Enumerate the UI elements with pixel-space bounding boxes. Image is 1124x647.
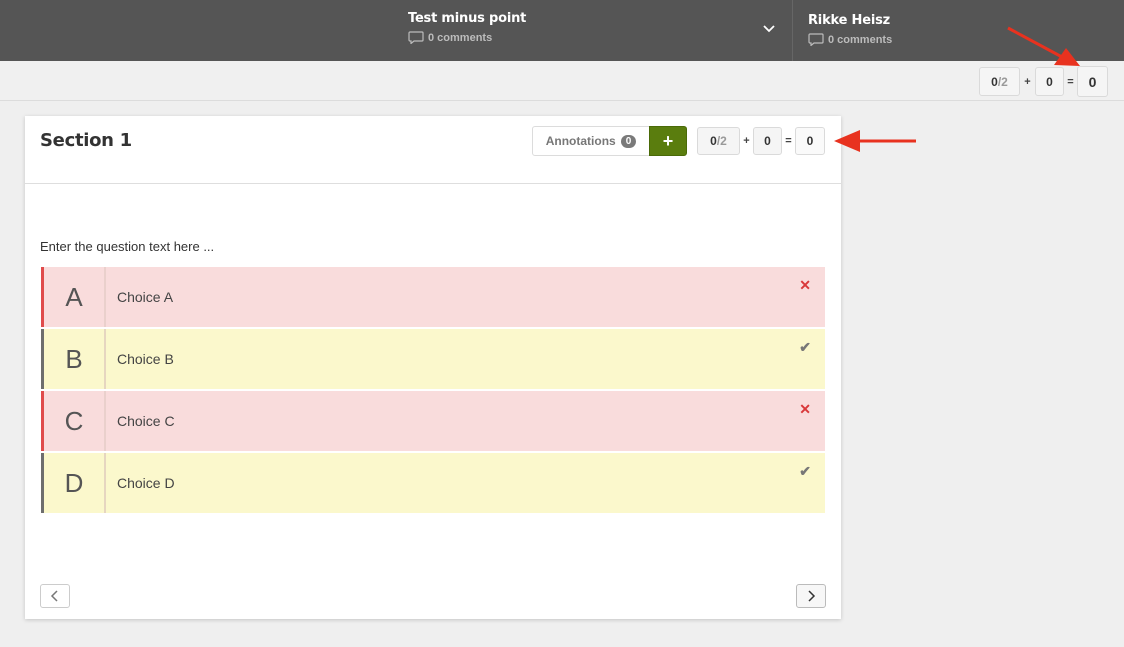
student-comments[interactable]: 0 comments (808, 33, 892, 46)
comment-icon (808, 33, 824, 46)
choice-letter: D (44, 453, 106, 513)
section-sum: 0 (806, 134, 814, 148)
choice-a[interactable]: A Choice A ✕ (41, 267, 825, 327)
chevron-left-icon (50, 590, 58, 602)
topbar-assignment[interactable]: Test minus point 0 comments (408, 11, 526, 44)
chevron-right-icon (808, 590, 816, 602)
total-bonus-box: 0 (1035, 67, 1064, 96)
choice-letter: B (44, 329, 106, 389)
annotations-count-badge: 0 (620, 134, 637, 148)
equals-sign: = (785, 135, 792, 147)
red-arrow-icon (834, 130, 916, 152)
choice-letter: C (44, 391, 106, 451)
assignment-title: Test minus point (408, 11, 527, 26)
annotations-label: Annotations (545, 134, 616, 148)
section-score: 0/2 + 0 = 0 (697, 127, 825, 155)
section-title: Section 1 (40, 130, 132, 151)
comment-icon (408, 31, 424, 44)
total-sum: 0 (1088, 73, 1097, 90)
section-bonus-box[interactable]: 0 (753, 127, 782, 155)
topbar-student[interactable]: Rikke Heisz 0 comments (808, 13, 892, 46)
student-comments-label: 0 comments (828, 33, 893, 46)
choice-letter: A (44, 267, 106, 327)
next-button[interactable] (796, 584, 826, 608)
choice-list: A Choice A ✕ B Choice B ✔ C Choice C ✕ D… (41, 267, 825, 515)
plus-sign: + (743, 135, 750, 147)
checkmark-icon: ✔ (799, 463, 811, 479)
topbar-divider (792, 0, 793, 61)
top-bar: Test minus point 0 comments Rikke Heisz … (0, 0, 1124, 61)
choice-label: Choice A (117, 289, 174, 305)
total-sum-box: 0 (1077, 66, 1108, 97)
cross-icon: ✕ (799, 277, 811, 293)
question-text: Enter the question text here ... (40, 239, 215, 254)
assignment-comments[interactable]: 0 comments (408, 31, 526, 44)
choice-label: Choice C (117, 413, 175, 429)
assignment-comments-label: 0 comments (428, 31, 493, 44)
plus-sign: + (1024, 75, 1031, 88)
student-name: Rikke Heisz (808, 13, 891, 28)
total-points-box: 0/2 (979, 67, 1020, 96)
choice-c[interactable]: C Choice C ✕ (41, 391, 825, 451)
section-sum-box: 0 (795, 127, 825, 155)
add-annotation-button[interactable]: + (649, 126, 687, 156)
chevron-down-icon[interactable] (762, 22, 776, 36)
annotations-button[interactable]: Annotations 0 (532, 126, 650, 156)
section-points-box: 0/2 (697, 127, 740, 155)
previous-button[interactable] (40, 584, 70, 608)
total-points: 0 (991, 74, 998, 89)
total-max: /2 (997, 74, 1008, 89)
section-header: Section 1 Annotations 0 + 0/2 + 0 = 0 (25, 116, 841, 184)
cross-icon: ✕ (799, 401, 811, 417)
choice-b[interactable]: B Choice B ✔ (41, 329, 825, 389)
choice-d[interactable]: D Choice D ✔ (41, 453, 825, 513)
score-bar: 0/2 + 0 = 0 (0, 61, 1124, 101)
total-score: 0/2 + 0 = 0 (979, 66, 1108, 97)
checkmark-icon: ✔ (799, 339, 811, 355)
section-points: 0 (710, 134, 717, 148)
total-bonus: 0 (1046, 74, 1053, 89)
choice-label: Choice D (117, 475, 175, 491)
choice-label: Choice B (117, 351, 174, 367)
section-bonus: 0 (764, 134, 771, 148)
section-max: /2 (716, 134, 727, 148)
equals-sign: = (1067, 75, 1074, 88)
section-card: Section 1 Annotations 0 + 0/2 + 0 = 0 En… (25, 116, 841, 619)
